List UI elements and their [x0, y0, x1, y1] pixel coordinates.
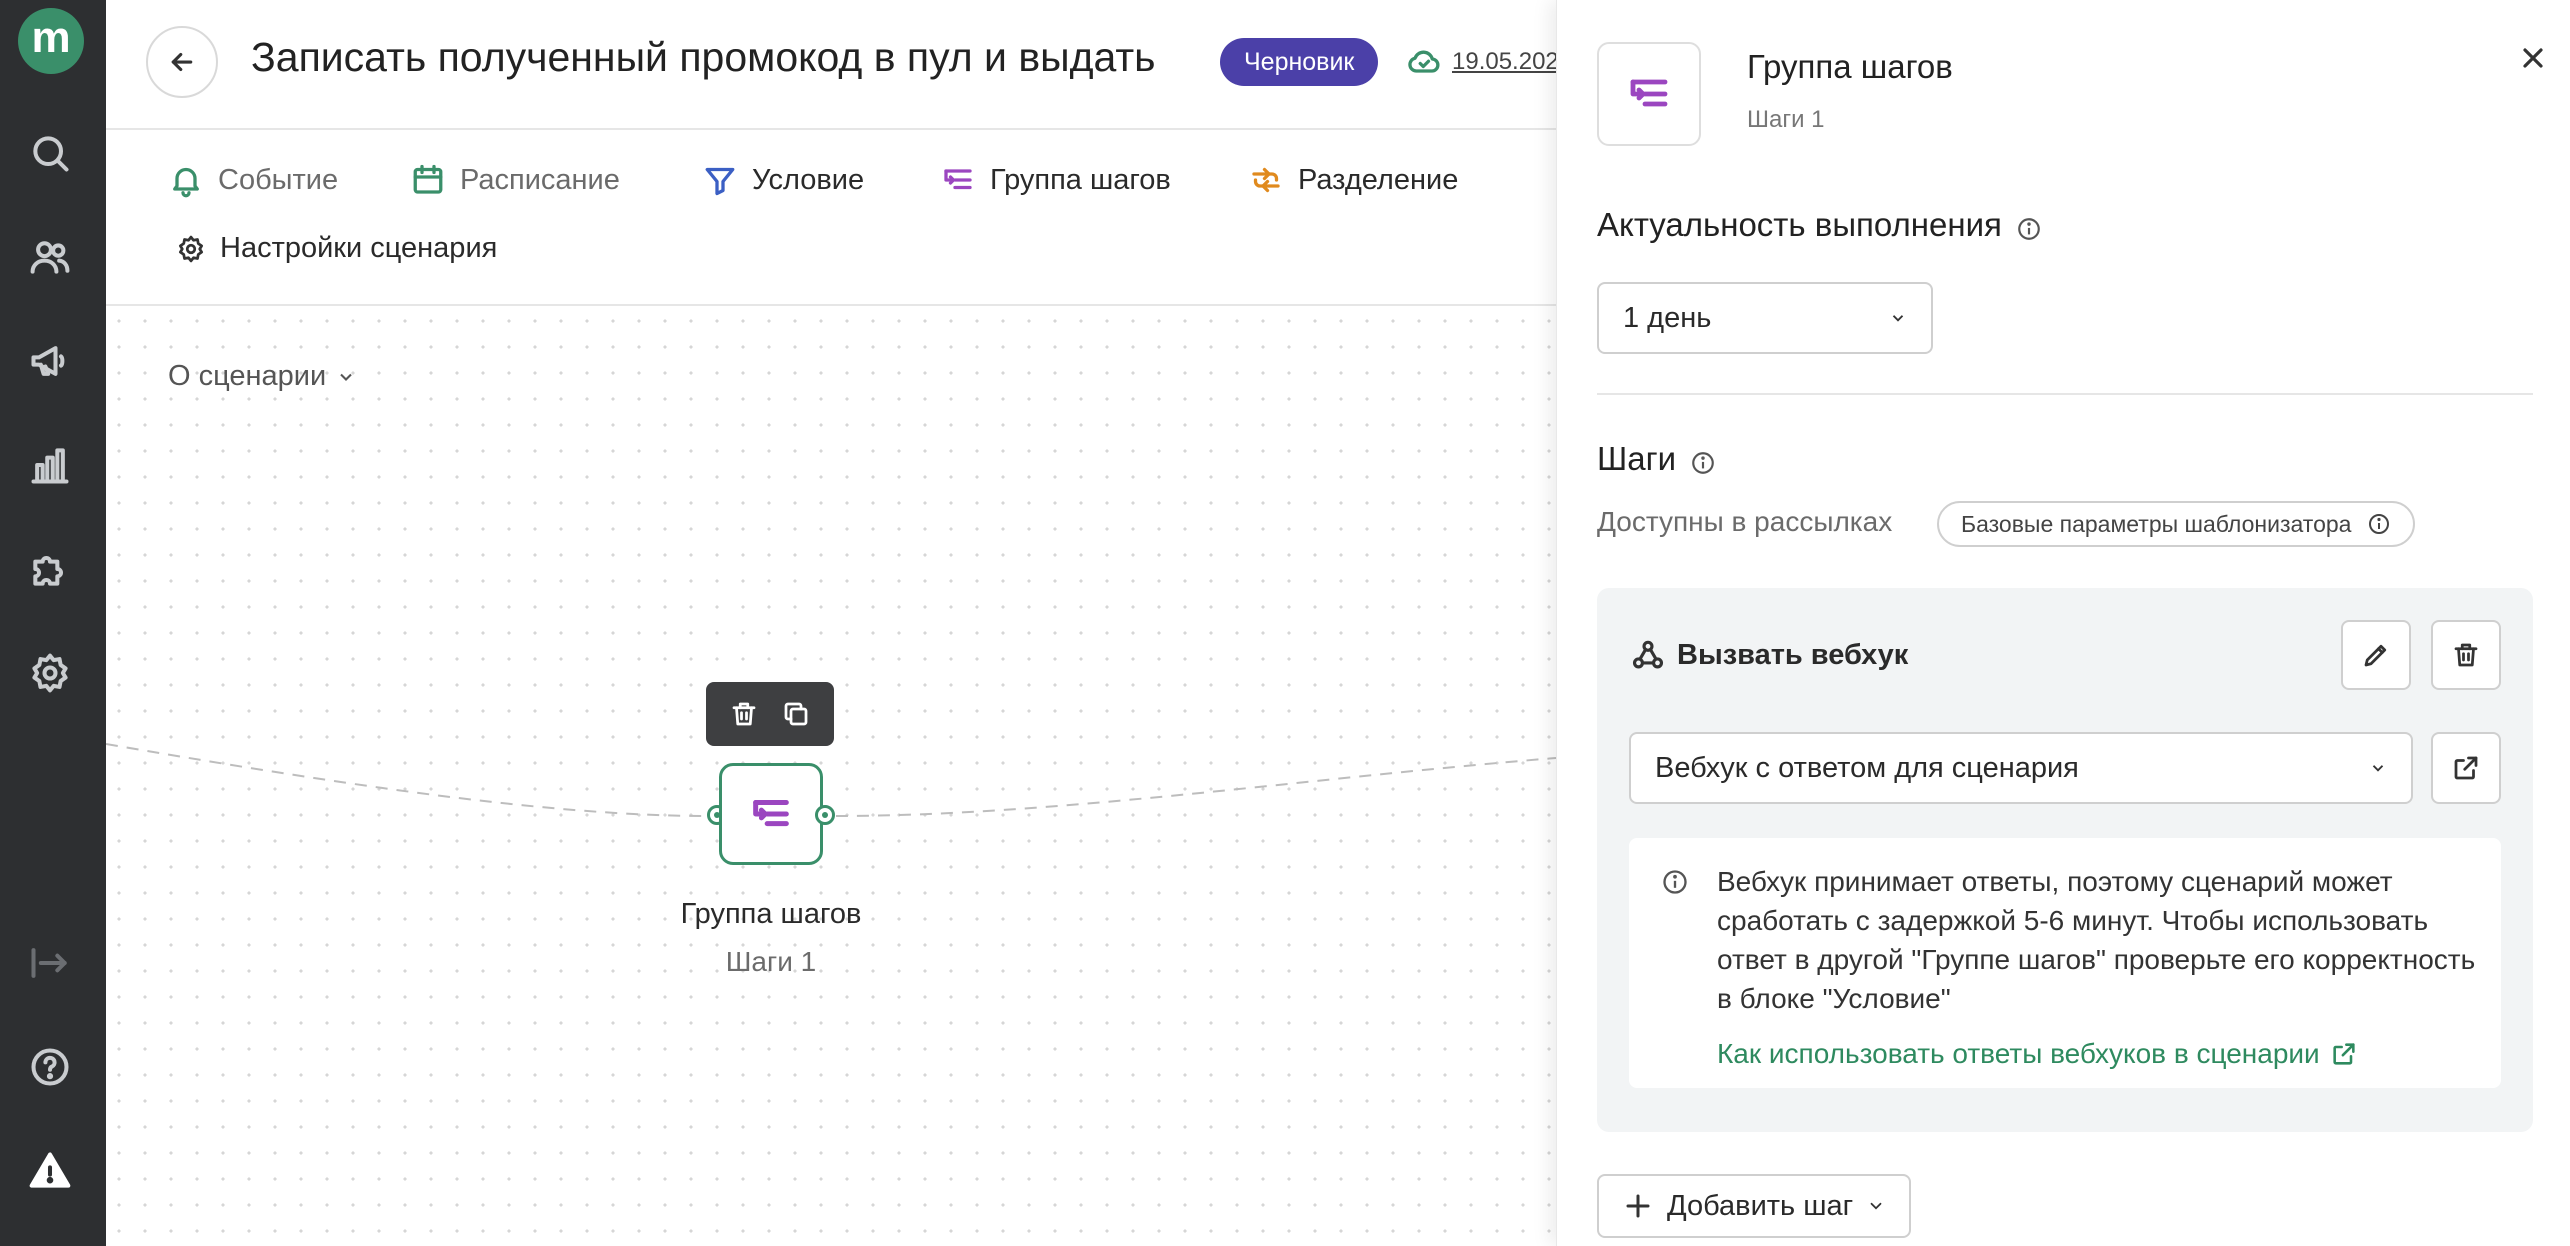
webhook-icon: [1632, 640, 1664, 669]
collapse-arrow-icon[interactable]: [23, 936, 77, 990]
webhook-info-note: Вебхук принимает ответы, поэтому сценари…: [1629, 838, 2501, 1088]
tool-schedule[interactable]: Расписание: [410, 162, 620, 198]
chevron-down-icon: [2372, 765, 2384, 772]
nav-rail: m: [0, 0, 106, 1246]
trash-icon: [2454, 643, 2478, 667]
external-link-icon: [2454, 756, 2478, 780]
node-output-port[interactable]: [815, 805, 835, 825]
page-title: Записать полученный промокод в пул и выд…: [251, 34, 1156, 80]
search-icon[interactable]: [23, 126, 77, 180]
warning-icon[interactable]: [23, 1144, 77, 1198]
panel-title: Группа шагов: [1747, 48, 1953, 85]
edit-step-button[interactable]: [2341, 620, 2411, 690]
arrow-left-icon: [171, 52, 193, 72]
users-icon[interactable]: [23, 230, 77, 284]
template-params-chip[interactable]: Базовые параметры шаблонизатора: [1937, 501, 2416, 547]
saved-date: 19.05.202: [1452, 48, 1559, 75]
status-badge: Черновик: [1220, 38, 1379, 86]
trash-icon[interactable]: [729, 699, 759, 729]
relevance-select[interactable]: 1 день: [1597, 282, 1933, 354]
plus-icon: [1626, 1194, 1650, 1218]
cloud-check-icon: [1408, 50, 1440, 73]
about-scenario-toggle[interactable]: О сценарии: [168, 360, 356, 393]
divider: [1597, 393, 2533, 395]
relevance-heading: Актуальность выполнения: [1597, 206, 2042, 244]
panel-block-icon: [1597, 42, 1701, 146]
step-card-webhook: Вызвать вебхук Вебхук с ответом для сцен…: [1597, 588, 2533, 1132]
calendar-icon: [413, 164, 443, 194]
info-icon[interactable]: [2016, 212, 2042, 240]
add-step-button[interactable]: Добавить шаг: [1597, 1174, 1912, 1238]
open-webhook-button[interactable]: [2431, 732, 2501, 804]
copy-icon[interactable]: [781, 699, 811, 729]
step-group-icon: [1630, 79, 1668, 107]
step-group-icon: [753, 800, 789, 827]
steps-heading: Шаги: [1597, 440, 1716, 478]
tool-condition[interactable]: Условие: [702, 162, 864, 198]
bar-chart-icon[interactable]: [23, 438, 77, 492]
webhook-select[interactable]: Вебхук с ответом для сценария: [1629, 732, 2413, 804]
chevron-down-icon: [340, 373, 352, 381]
step-group-node[interactable]: [719, 763, 823, 865]
delete-step-button[interactable]: [2431, 620, 2501, 690]
page-header: Записать полученный промокод в пул и выд…: [106, 0, 1559, 130]
back-button[interactable]: [146, 26, 218, 98]
megaphone-icon[interactable]: [23, 334, 77, 388]
pencil-icon: [2364, 644, 2387, 667]
gear-icon: [179, 235, 203, 262]
split-icon: [1252, 167, 1280, 193]
help-icon[interactable]: [23, 1040, 77, 1094]
note-text: Вебхук принимает ответы, поэтому сценари…: [1717, 866, 2476, 1014]
connector-line: [106, 743, 1556, 817]
bell-icon: [173, 167, 199, 198]
node-actions-toolbar: [706, 682, 834, 746]
scenario-settings-button[interactable]: Настройки сценария: [176, 232, 497, 265]
close-panel-button[interactable]: [2517, 42, 2549, 74]
chevron-down-icon: [1870, 1202, 1882, 1210]
tool-step-group[interactable]: Группа шагов: [940, 162, 1171, 198]
info-icon: [1661, 868, 1689, 896]
gear-icon[interactable]: [23, 646, 77, 700]
filter-icon: [705, 167, 735, 196]
chevron-down-icon: [1892, 315, 1904, 322]
close-icon: [2523, 48, 2543, 68]
tool-event[interactable]: Событие: [168, 162, 338, 198]
block-toolbar: Событие Расписание Условие Группа шагов …: [106, 132, 1556, 306]
available-in-mailings-label: Доступны в рассылках: [1597, 506, 1893, 537]
scenario-canvas[interactable]: О сценарии Группа шагов Шаги 1: [106, 308, 1556, 1246]
step-group-icon: [944, 169, 972, 190]
app-logo[interactable]: m: [18, 8, 84, 74]
info-icon[interactable]: [1690, 446, 1716, 474]
step-title: Вызвать вебхук: [1629, 636, 1908, 674]
last-saved[interactable]: 19.05.202: [1406, 44, 1559, 80]
info-icon: [2369, 514, 2390, 534]
puzzle-icon[interactable]: [23, 542, 77, 596]
webhook-help-link[interactable]: Как использовать ответы вебхуков в сцена…: [1717, 1038, 2358, 1070]
external-link-icon: [2333, 1043, 2355, 1065]
tool-split[interactable]: Разделение: [1248, 162, 1458, 198]
panel-subtitle: Шаги 1: [1747, 106, 1825, 133]
node-title: Группа шагов: [680, 898, 862, 930]
block-settings-panel: Группа шагов Шаги 1 Актуальность выполне…: [1556, 0, 2570, 1246]
node-subtitle: Шаги 1: [725, 946, 817, 977]
